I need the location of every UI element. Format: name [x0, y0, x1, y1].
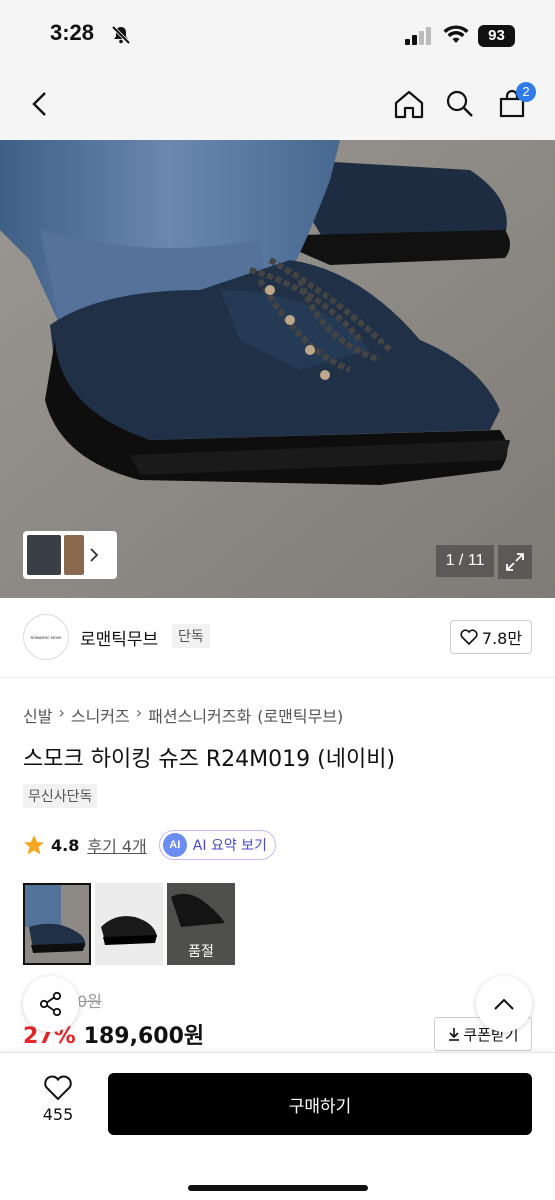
back-button[interactable] [22, 86, 58, 122]
scroll-top-button[interactable] [476, 976, 532, 1032]
chevron-right-icon [90, 548, 99, 562]
expand-icon [506, 553, 524, 571]
search-button[interactable] [442, 86, 478, 122]
battery-indicator: 93 [478, 25, 515, 47]
home-icon [394, 90, 424, 119]
gallery-thumb[interactable] [27, 535, 61, 575]
breadcrumb: 신발 › 스니커즈 › 패션스니커즈화 (로맨틱무브) [23, 703, 343, 727]
signal-icon [405, 27, 433, 49]
review-link[interactable]: 후기 4개 [87, 833, 146, 857]
status-bar: 3:28 93 [0, 0, 555, 72]
top-nav-bar: 2 [0, 72, 555, 140]
download-icon [449, 1028, 460, 1041]
image-counter: 1 / 11 [436, 545, 494, 577]
exclusive-tag: 단독 [172, 624, 210, 648]
breadcrumb-item[interactable]: 신발 [23, 703, 52, 727]
heart-icon [460, 629, 478, 645]
brand-logo[interactable]: ROMANTIC MOVE [23, 614, 69, 660]
navy-shoe-thumb [25, 885, 89, 963]
home-indicator [188, 1185, 368, 1191]
breadcrumb-item[interactable]: 패션스니커즈화 [148, 703, 251, 727]
ai-summary-button[interactable]: AI AI 요약 보기 [158, 830, 276, 860]
cart-count-badge: 2 [516, 82, 536, 102]
buy-button[interactable]: 구매하기 [108, 1073, 532, 1135]
ai-icon: AI [162, 833, 187, 857]
gallery-thumb[interactable] [64, 535, 84, 575]
wifi-icon [443, 25, 469, 49]
search-icon [446, 90, 473, 117]
brand-like-count: 7.8만 [481, 629, 523, 648]
gallery-thumbnail-strip[interactable] [23, 531, 117, 579]
brand-like-button[interactable]: 7.8만 [450, 620, 532, 654]
share-button[interactable] [23, 976, 79, 1032]
chevron-up-icon [494, 998, 514, 1010]
rating-score: 4.8 [51, 835, 80, 855]
cart-button[interactable]: 2 [494, 82, 536, 122]
black-shoe-thumb [95, 883, 163, 965]
final-price: 189,600원 [83, 1024, 205, 1049]
share-icon [39, 991, 62, 1017]
rating-row: 4.8 후기 4개 AI AI 요약 보기 [23, 830, 276, 860]
product-title: 스모크 하이킹 슈즈 R24M019 (네이비) [23, 747, 396, 772]
soldout-label: 품절 [188, 944, 214, 960]
exclusive-badge: 무신사단독 [23, 784, 98, 808]
chevron-left-icon [32, 92, 46, 116]
status-time: 3:28 [50, 20, 95, 45]
bell-muted-icon [110, 24, 132, 50]
product-image[interactable] [0, 140, 555, 598]
breadcrumb-item[interactable]: 스니커즈 [71, 703, 130, 727]
ai-summary-label: AI 요약 보기 [192, 838, 267, 854]
brand-row: ROMANTIC MOVE 로맨틱무브 단독 7.8만 [0, 598, 555, 678]
svg-text:ROMANTIC MOVE: ROMANTIC MOVE [30, 636, 62, 640]
star-icon [24, 835, 44, 855]
chevron-right-icon: › [58, 703, 65, 722]
color-option-black[interactable] [95, 883, 163, 965]
brand-logo-text: ROMANTIC MOVE [30, 636, 62, 640]
expand-button[interactable] [498, 545, 532, 579]
wishlist-button[interactable]: 455 [30, 1073, 86, 1133]
wishlist-count: 455 [42, 1105, 74, 1124]
breadcrumb-item[interactable]: (로맨틱무브) [257, 703, 343, 727]
color-options: 품절 [23, 883, 235, 965]
heart-icon [44, 1075, 72, 1101]
color-option-soldout[interactable]: 품절 [167, 883, 235, 965]
bottom-action-bar: 455 구매하기 [0, 1052, 555, 1200]
color-option-navy[interactable] [23, 883, 91, 965]
sneaker-photo [0, 140, 555, 598]
home-button[interactable] [391, 86, 427, 122]
brand-name[interactable]: 로맨틱무브 [80, 625, 158, 650]
chevron-right-icon: › [135, 703, 143, 722]
